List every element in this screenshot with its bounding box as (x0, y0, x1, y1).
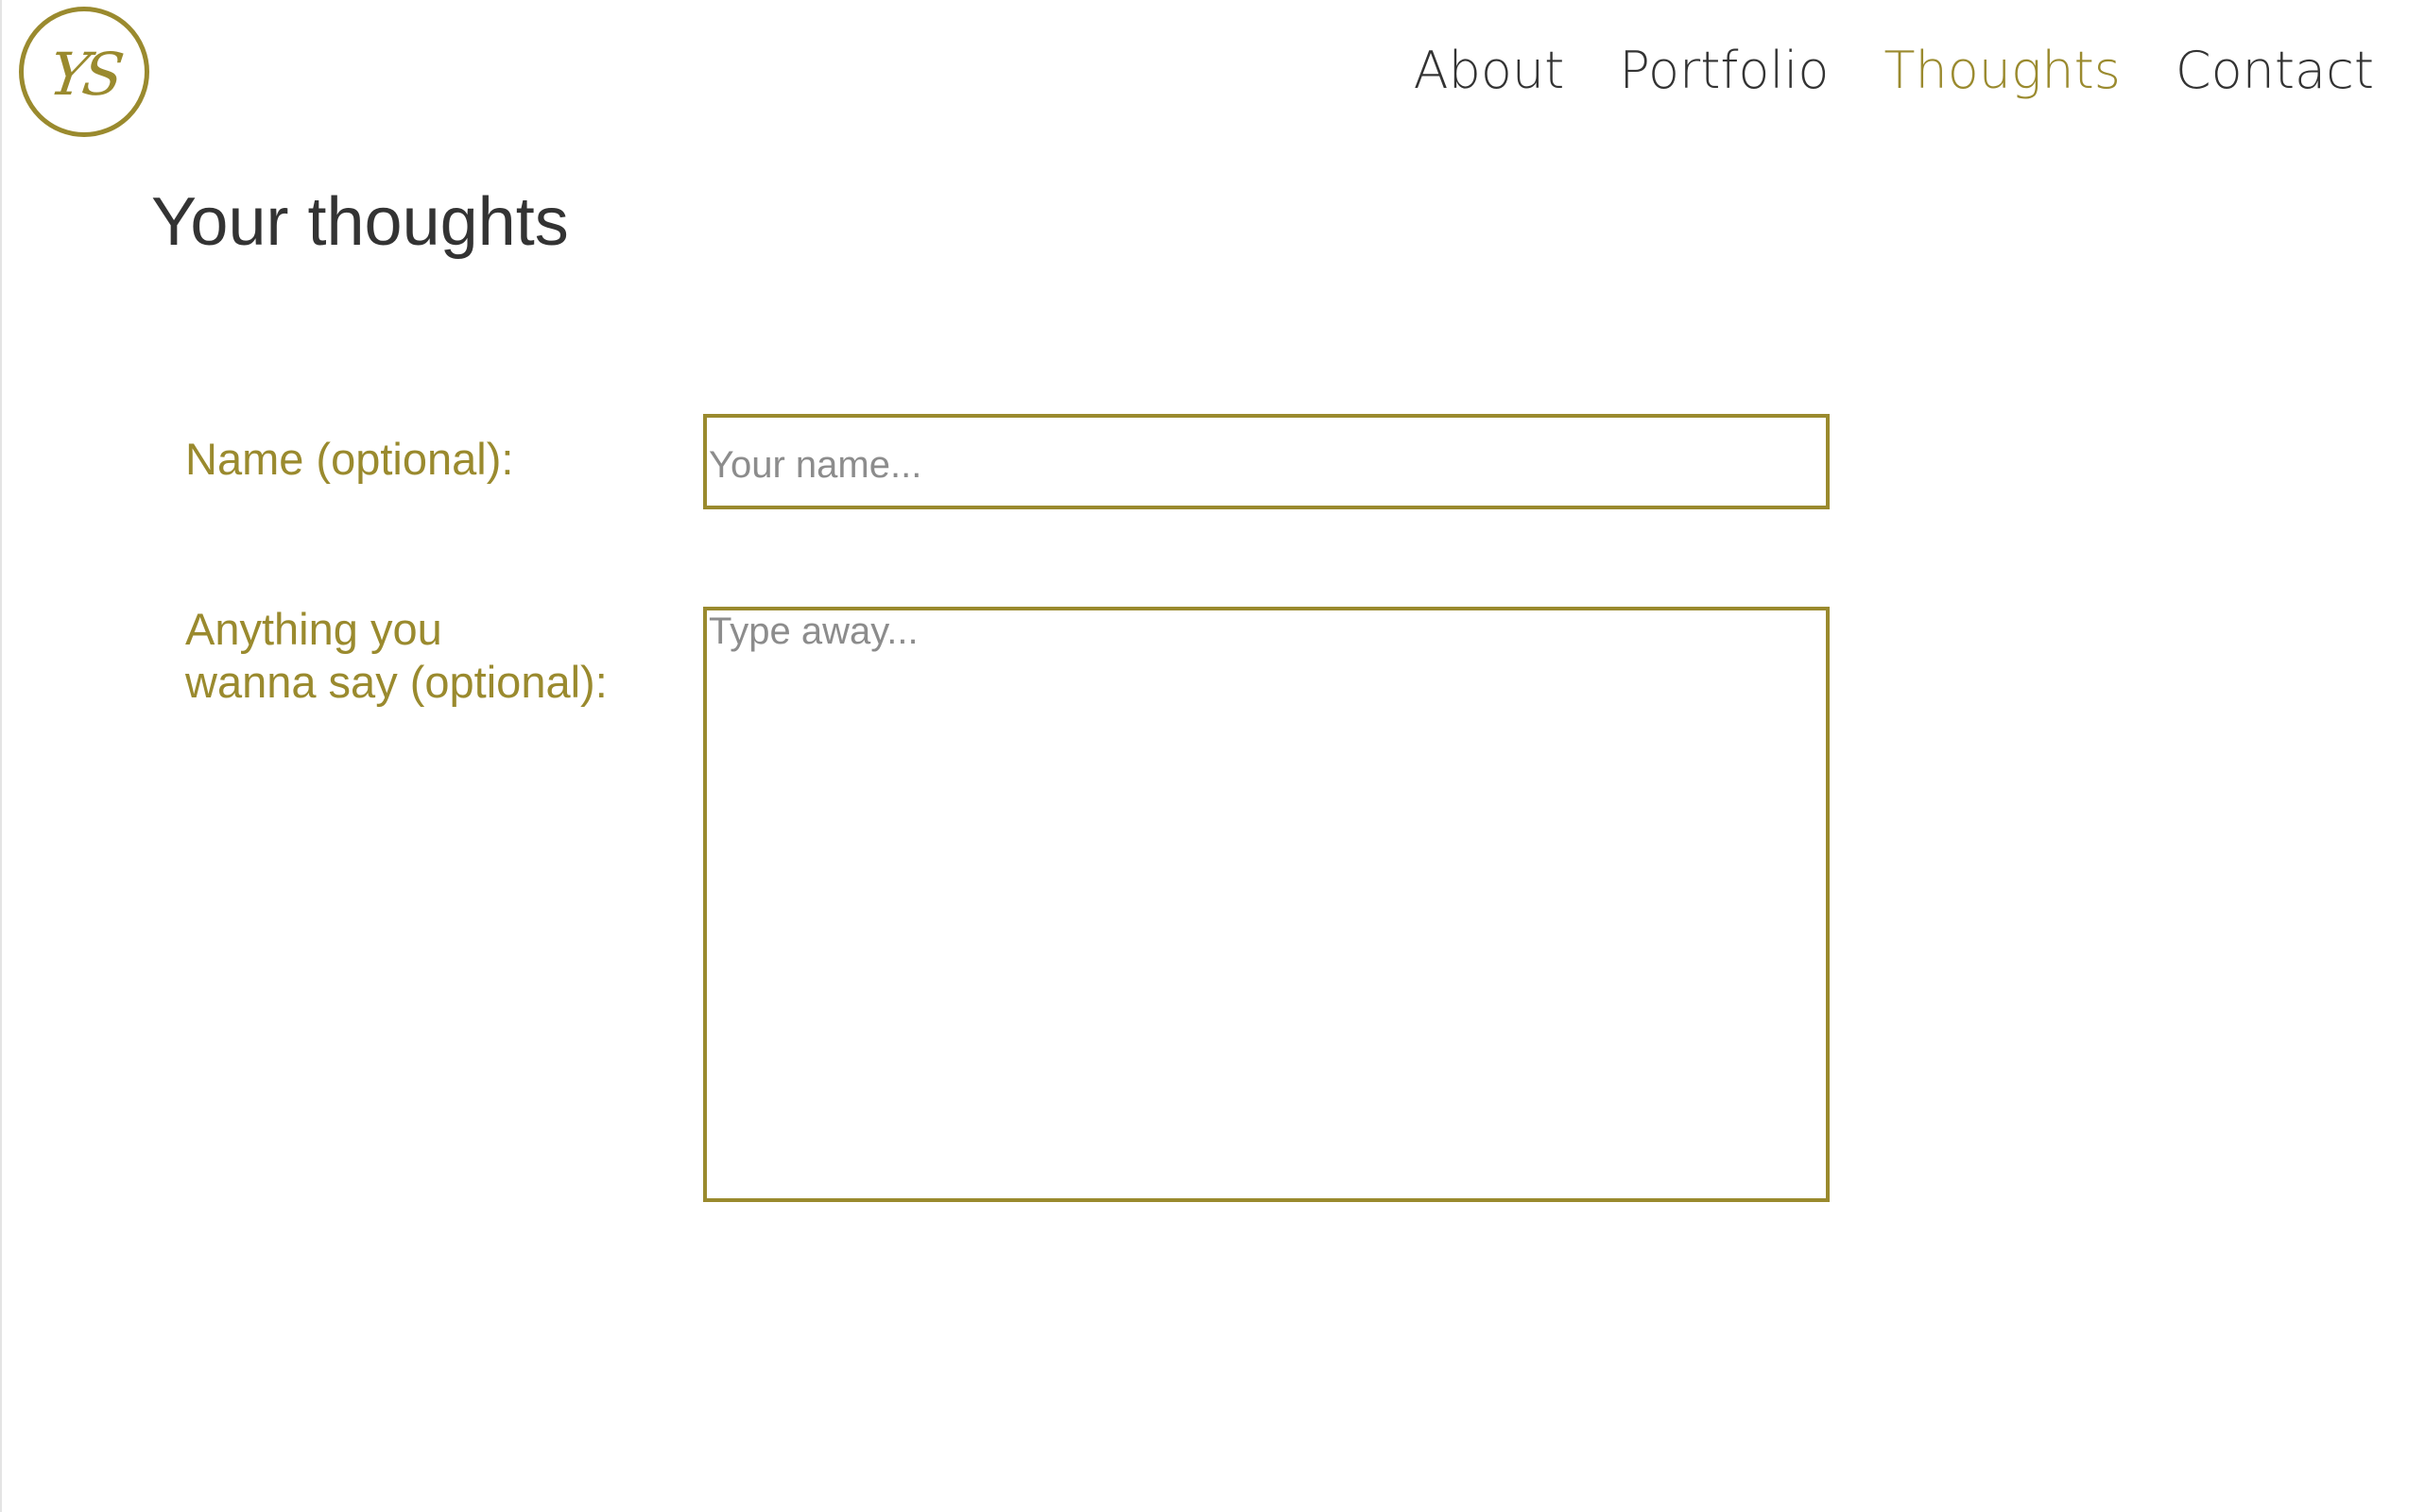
nav-item-thoughts[interactable]: Thoughts (1883, 38, 2120, 104)
site-logo[interactable]: YS (19, 7, 149, 137)
nav-item-contact[interactable]: Contact (2176, 38, 2374, 104)
main-nav: About Portfolio Thoughts Contact (1414, 38, 2374, 104)
name-label: Name (optional): (185, 434, 514, 484)
message-label: Anything you wanna say (optional): (185, 603, 677, 709)
page-title: Your thoughts (151, 184, 569, 260)
ys-monogram-logo: YS (45, 39, 123, 109)
nav-item-about[interactable]: About (1414, 38, 1565, 104)
message-label-line1: Anything you (185, 604, 442, 654)
message-label-line2: wanna say (optional): (185, 657, 608, 707)
left-edge-border (0, 0, 2, 1512)
message-textarea[interactable] (703, 607, 1830, 1202)
nav-item-portfolio[interactable]: Portfolio (1619, 38, 1829, 104)
name-input[interactable] (703, 414, 1830, 509)
